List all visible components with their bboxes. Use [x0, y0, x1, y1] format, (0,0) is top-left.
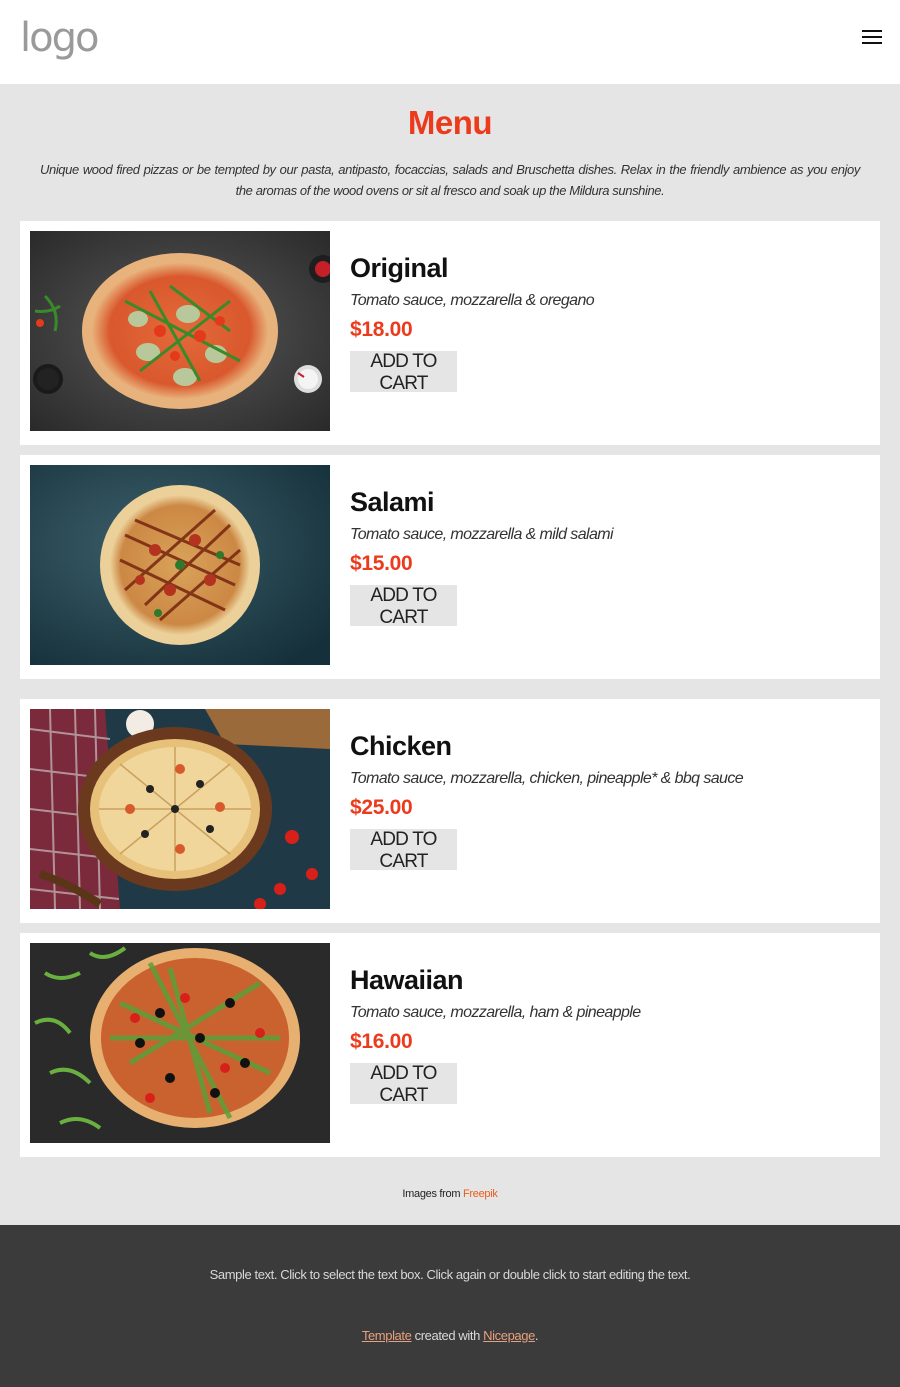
menu-item-name: Original — [350, 253, 449, 283]
hamburger-menu-icon[interactable] — [862, 29, 882, 45]
image-credit-prefix: Images from — [402, 1188, 461, 1200]
image-credit: Images from Freepik — [0, 1188, 900, 1200]
logo[interactable]: logo — [20, 18, 99, 58]
page-title: Menu — [407, 104, 493, 141]
menu-item-name: Hawaiian — [350, 965, 464, 995]
created-with-text: created with — [414, 1328, 481, 1343]
menu-item-price: $16.00 — [350, 1030, 413, 1053]
menu-item-description: Tomato sauce, mozzarella, chicken, pinea… — [350, 770, 744, 787]
site-footer: Sample text. Click to select the text bo… — [0, 1225, 900, 1387]
menu-item-price: $15.00 — [350, 552, 413, 575]
template-link[interactable]: Template — [362, 1328, 412, 1343]
menu-item-price: $18.00 — [350, 318, 413, 341]
menu-item-card: Chicken Tomato sauce, mozzarella, chicke… — [20, 699, 880, 923]
hamburger-line — [862, 30, 882, 32]
menu-item-card: Hawaiian Tomato sauce, mozzarella, ham &… — [20, 933, 880, 1157]
pizza-original-image — [30, 231, 330, 431]
footer-credit: Template created with Nicepage. — [0, 1328, 900, 1343]
site-header: logo — [0, 0, 900, 84]
menu-item-description: Tomato sauce, mozzarella, ham & pineappl… — [350, 1004, 641, 1021]
add-to-cart-button[interactable]: ADD TO CART — [350, 585, 457, 628]
pizza-salami-image — [30, 465, 330, 665]
freepik-link[interactable]: Freepik — [463, 1188, 498, 1200]
footer-period: . — [534, 1328, 539, 1343]
add-to-cart-button[interactable]: ADD TO CART — [350, 1063, 457, 1106]
menu-item-name: Chicken — [350, 731, 452, 761]
add-to-cart-button[interactable]: ADD TO CART — [350, 351, 457, 394]
hamburger-line — [862, 42, 882, 44]
add-to-cart-button[interactable]: ADD TO CART — [350, 829, 457, 872]
footer-sample-text: Sample text. Click to select the text bo… — [209, 1267, 691, 1282]
menu-item-card: Salami Tomato sauce, mozzarella & mild s… — [20, 455, 880, 679]
hamburger-line — [862, 36, 882, 38]
menu-item-price: $25.00 — [350, 796, 413, 819]
pizza-chicken-image — [30, 709, 330, 909]
pizza-hawaiian-image — [30, 943, 330, 1143]
menu-item-name: Salami — [350, 487, 435, 517]
menu-item-card: Original Tomato sauce, mozzarella & oreg… — [20, 221, 880, 445]
menu-item-description: Tomato sauce, mozzarella & oregano — [350, 292, 595, 309]
menu-item-description: Tomato sauce, mozzarella & mild salami — [350, 526, 614, 543]
nicepage-link[interactable]: Nicepage — [483, 1328, 535, 1343]
menu-intro: Unique wood fired pizzas or be tempted b… — [40, 162, 860, 198]
